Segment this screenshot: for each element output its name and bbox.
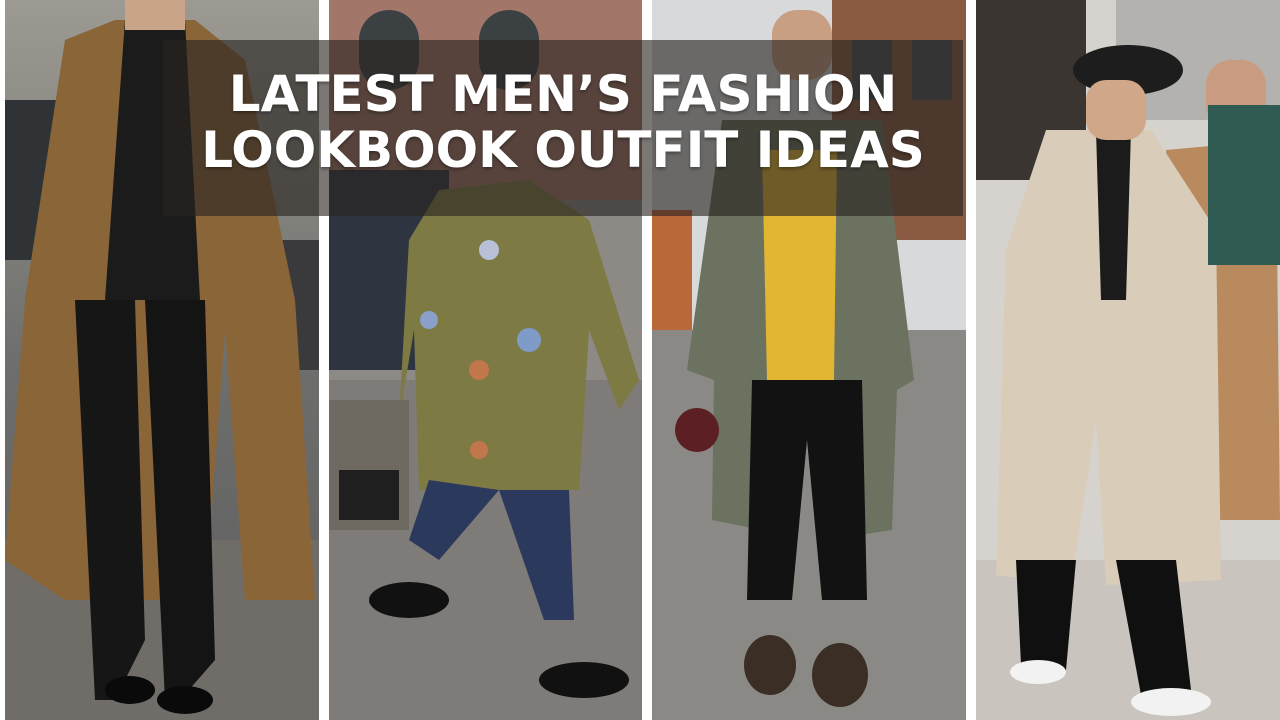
headline-line-1: LATEST MEN’S FASHION — [228, 65, 898, 123]
photo-beige-overcoat — [976, 0, 1280, 720]
headline: LATEST MEN’S FASHION LOOKBOOK OUTFIT IDE… — [163, 66, 963, 178]
photo-panel-4 — [976, 0, 1280, 720]
headline-line-2: LOOKBOOK OUTFIT IDEAS — [201, 121, 925, 179]
